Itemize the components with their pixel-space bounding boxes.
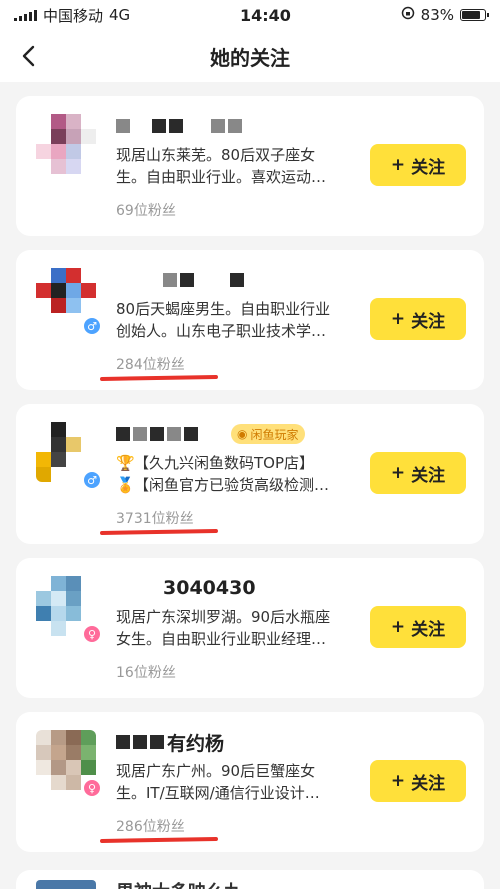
user-name[interactable]: 男神大多映么九 (116, 878, 242, 889)
masked-name-block (150, 427, 164, 441)
chevron-left-icon (22, 45, 35, 67)
back-button[interactable] (14, 42, 42, 70)
signal-icon (14, 9, 37, 21)
fans-count: 3731位粉丝 (116, 511, 194, 527)
red-underline-annotation (99, 528, 219, 536)
user-name[interactable]: 有约杨 (116, 730, 224, 755)
follow-button[interactable]: + 关注 (370, 144, 466, 186)
female-icon: ♀ (82, 778, 102, 798)
red-underline-annotation (99, 374, 219, 382)
masked-name-block (163, 273, 177, 287)
follow-button-label: 关注 (411, 465, 446, 486)
user-bio: 现居山东莱芜。80后双子座女 生。自由职业行业。喜欢运动… (116, 146, 327, 186)
masked-name-block (116, 119, 130, 133)
medal-icon: 🏅 (116, 476, 135, 494)
status-right: 83% (401, 6, 489, 24)
user-name[interactable]: 3040430 (116, 576, 256, 600)
fans-count: 284位粉丝 (116, 357, 185, 373)
masked-name-block (228, 119, 242, 133)
user-bio: 现居广东深圳罗湖。90后水瓶座 女生。自由职业行业职业经理… (116, 608, 331, 648)
follow-button[interactable]: + 关注 (370, 760, 466, 802)
avatar[interactable] (36, 114, 96, 174)
user-bio: 🏆【久九兴闲鱼数码TOP店】 🏅【闲鱼官方已验货高级检测… (116, 454, 330, 494)
fans-count: 69位粉丝 (116, 203, 176, 219)
rotation-lock-icon (401, 6, 415, 24)
trophy-icon: 🏆 (116, 454, 135, 472)
status-left: 中国移动 4G (14, 5, 130, 26)
list-item[interactable]: 男神大多映么九 (16, 870, 484, 889)
plus-icon: + (390, 309, 406, 329)
list-item[interactable]: ♂ 80后天蝎座男生。自由职业行业 创始人。山东电子职业技术学… 284位粉丝 … (16, 250, 484, 390)
plus-icon: + (390, 617, 406, 637)
masked-name-block (184, 427, 198, 441)
follow-button[interactable]: + 关注 (370, 298, 466, 340)
plus-icon: + (390, 463, 406, 483)
battery-icon (460, 9, 489, 21)
masked-name-block (167, 427, 181, 441)
masked-name-block (152, 119, 166, 133)
user-bio: 80后天蝎座男生。自由职业行业 创始人。山东电子职业技术学… (116, 300, 331, 340)
avatar[interactable] (36, 880, 96, 889)
fans-count: 286位粉丝 (116, 819, 185, 835)
user-name[interactable] (116, 268, 244, 292)
follow-button[interactable]: + 关注 (370, 452, 466, 494)
list-item[interactable]: ♀ 3040430 现居广东深圳罗湖。90后水瓶座 女生。自由职业行业职业经理…… (16, 558, 484, 698)
user-name[interactable] (116, 114, 242, 138)
list-item[interactable]: ♂ ◉ 闲鱼玩家 🏆【久九兴闲鱼数码TOP店】 🏅【闲鱼官方已验货高级检测… 3… (16, 404, 484, 544)
following-list: 现居山东莱芜。80后双子座女 生。自由职业行业。喜欢运动… 69位粉丝 + 关注… (0, 82, 500, 866)
masked-name-block (116, 427, 130, 441)
status-time: 14:40 (239, 5, 291, 25)
follow-button-label: 关注 (411, 311, 446, 332)
xianyu-player-badge: ◉ 闲鱼玩家 (231, 424, 305, 444)
masked-name-block (133, 735, 147, 749)
masked-name-block (150, 735, 164, 749)
list-item[interactable]: ♀ 有约杨 现居广东广州。90后巨蟹座女 生。IT/互联网/通信行业设计… 28… (16, 712, 484, 852)
masked-name-block (116, 735, 130, 749)
network-text: 4G (109, 6, 131, 24)
user-name[interactable]: ◉ 闲鱼玩家 (116, 422, 305, 446)
page-title: 她的关注 (210, 45, 290, 70)
battery-percent: 83% (420, 6, 454, 24)
follow-button-label: 关注 (411, 157, 446, 178)
user-bio: 现居广东广州。90后巨蟹座女 生。IT/互联网/通信行业设计… (116, 762, 320, 802)
masked-name-block (211, 119, 225, 133)
status-bar: 中国移动 4G 14:40 83% (0, 0, 500, 30)
red-underline-annotation (99, 836, 219, 844)
masked-name-block (230, 273, 244, 287)
fans-count: 16位粉丝 (116, 665, 176, 681)
badge-icon: ◉ (237, 427, 248, 441)
plus-icon: + (390, 771, 406, 791)
female-icon: ♀ (82, 624, 102, 644)
male-icon: ♂ (82, 470, 102, 490)
masked-name-block (133, 427, 147, 441)
follow-button-label: 关注 (411, 773, 446, 794)
follow-button-label: 关注 (411, 619, 446, 640)
carrier-text: 中国移动 (43, 6, 104, 25)
nav-bar: 她的关注 (0, 30, 500, 82)
plus-icon: + (390, 155, 406, 175)
masked-name-block (180, 273, 194, 287)
masked-name-block (169, 119, 183, 133)
follow-button[interactable]: + 关注 (370, 606, 466, 648)
male-icon: ♂ (82, 316, 102, 336)
list-item[interactable]: 现居山东莱芜。80后双子座女 生。自由职业行业。喜欢运动… 69位粉丝 + 关注 (16, 96, 484, 236)
